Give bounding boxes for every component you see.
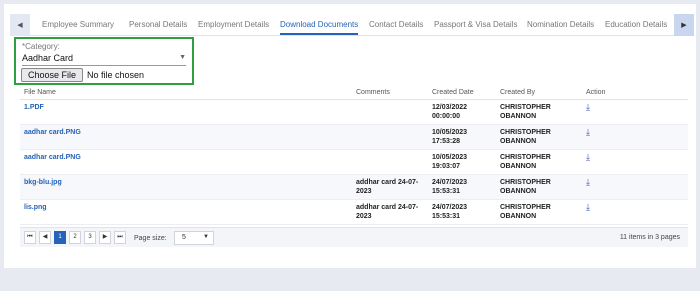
file-name-link[interactable]: lis.png xyxy=(24,203,47,212)
tab-personal-details[interactable]: Personal Details xyxy=(129,20,187,29)
tab-education-details[interactable]: Education Details xyxy=(605,20,667,29)
file-name-link[interactable]: bkg-blu.jpg xyxy=(24,178,62,187)
created-by: CHRISTOPHER OBANNON xyxy=(500,104,551,120)
category-panel: *Category: Aadhar Card ▼ Choose File No … xyxy=(14,37,194,85)
header-action: Action xyxy=(586,89,606,96)
page-size-select[interactable]: 5 ▼ xyxy=(174,231,214,245)
created-by: CHRISTOPHER OBANNON xyxy=(500,179,551,195)
pager-last-button[interactable]: ⏭ xyxy=(114,231,126,244)
tab-employee-summary[interactable]: Employee Summary xyxy=(42,20,114,29)
table-row: bkg-blu.jpg addhar card 24-07- 2023 24/07… xyxy=(20,175,688,200)
choose-file-button[interactable]: Choose File xyxy=(21,68,83,82)
download-icon[interactable]: ⤓ xyxy=(586,102,590,113)
created-date: 12/03/2022 00:00:00 xyxy=(432,104,468,120)
table-row: 1.PDF 12/03/2022 00:00:00 CHRISTOPHER OBAN… xyxy=(20,100,688,125)
category-label: *Category: xyxy=(22,42,60,51)
tab-scroll-left-icon[interactable]: ◀ xyxy=(10,14,30,36)
created-by: CHRISTOPHER OBANNON xyxy=(500,129,551,145)
comments: addhar card 24-07- 2023 xyxy=(356,179,419,195)
pager-info: 11 items in 3 pages xyxy=(619,234,680,241)
table-row: aadhar card.PNG 10/05/2023 17:53:28 CHRIS… xyxy=(20,125,688,150)
header-file-name[interactable]: File Name xyxy=(24,89,56,96)
tab-employment-details[interactable]: Employment Details xyxy=(198,20,269,29)
created-date: 24/07/2023 15:53:31 xyxy=(432,204,468,220)
tab-nomination-details[interactable]: Nomination Details xyxy=(527,20,594,29)
comments: addhar card 24-07- 2023 xyxy=(356,204,419,220)
pager-page-2[interactable]: 2 xyxy=(69,231,81,244)
created-date: 24/07/2023 15:53:31 xyxy=(432,179,468,195)
download-icon[interactable]: ⤓ xyxy=(586,202,590,213)
header-comments[interactable]: Comments xyxy=(356,89,390,96)
created-by: CHRISTOPHER OBANNON xyxy=(500,204,551,220)
grid-header: File Name Comments Created Date Created … xyxy=(20,88,688,100)
pager-page-1[interactable]: 1 xyxy=(54,231,66,244)
category-select[interactable]: Aadhar Card ▼ xyxy=(22,53,186,66)
main-card: ◀ Employee Summary Personal Details Empl… xyxy=(4,4,696,268)
file-name-link[interactable]: aadhar card.PNG xyxy=(24,128,81,137)
file-name-link[interactable]: aadhar card.PNG xyxy=(24,153,81,162)
pager-page-3[interactable]: 3 xyxy=(84,231,96,244)
pager-next-button[interactable]: ▶ xyxy=(99,231,111,244)
category-selected-value: Aadhar Card xyxy=(22,53,74,63)
download-icon[interactable]: ⤓ xyxy=(586,127,590,138)
created-by: CHRISTOPHER OBANNON xyxy=(500,154,551,170)
header-created-date[interactable]: Created Date xyxy=(432,89,474,96)
documents-grid: File Name Comments Created Date Created … xyxy=(20,88,688,225)
header-created-by[interactable]: Created By xyxy=(500,89,535,96)
download-icon[interactable]: ⤓ xyxy=(586,152,590,163)
table-row: aadhar card.PNG 10/05/2023 19:03:07 CHRIS… xyxy=(20,150,688,175)
chevron-down-icon: ▼ xyxy=(203,234,209,240)
tab-scroll-right-icon[interactable]: ▶ xyxy=(674,14,694,36)
tab-bar: ◀ Employee Summary Personal Details Empl… xyxy=(10,10,694,36)
pager: ⏮ ◀ 1 2 3 ▶ ⏭ Page size: 5 ▼ 11 items in… xyxy=(20,227,688,247)
tab-passport-visa-details[interactable]: Passport & Visa Details xyxy=(434,20,517,29)
page-size-label: Page size: xyxy=(134,235,167,242)
created-date: 10/05/2023 17:53:28 xyxy=(432,129,468,145)
download-icon[interactable]: ⤓ xyxy=(586,177,590,188)
table-row: lis.png addhar card 24-07- 2023 24/07/202… xyxy=(20,200,688,225)
tab-download-documents[interactable]: Download Documents xyxy=(280,20,359,35)
file-status-text: No file chosen xyxy=(87,70,145,80)
pager-prev-button[interactable]: ◀ xyxy=(39,231,51,244)
file-name-link[interactable]: 1.PDF xyxy=(24,103,44,112)
tab-contact-details[interactable]: Contact Details xyxy=(369,20,423,29)
page-size-value: 5 xyxy=(182,234,186,241)
created-date: 10/05/2023 19:03:07 xyxy=(432,154,468,170)
pager-first-button[interactable]: ⏮ xyxy=(24,231,36,244)
chevron-down-icon: ▼ xyxy=(179,54,186,61)
